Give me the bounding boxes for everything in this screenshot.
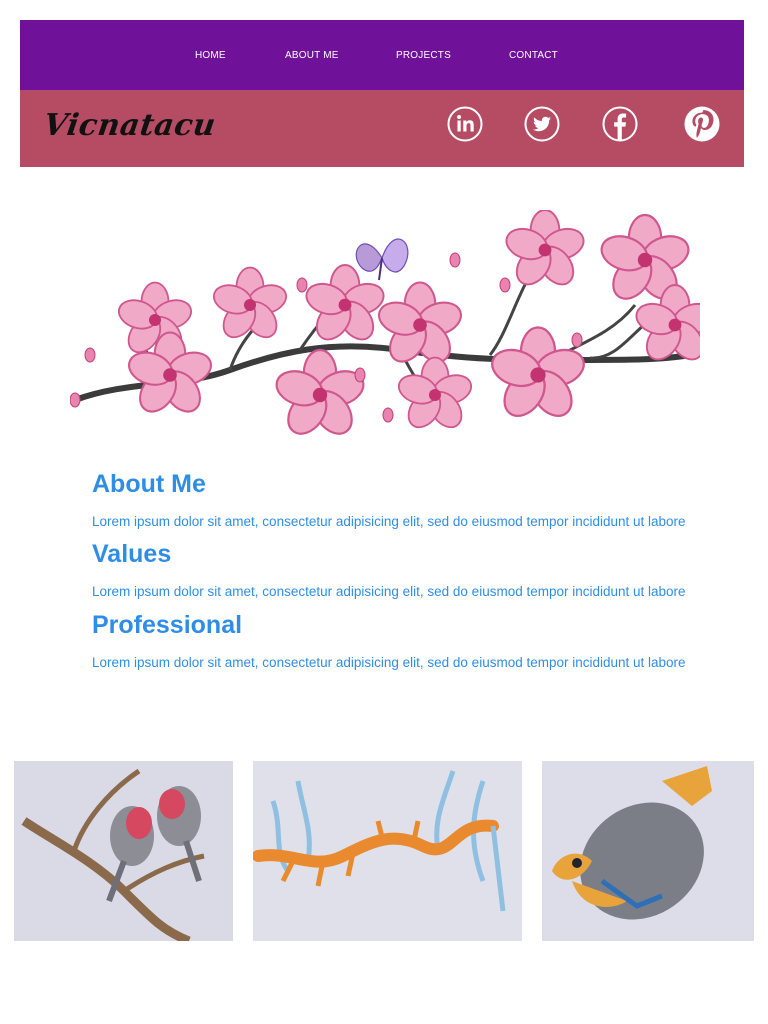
about-me-heading: About Me — [92, 470, 206, 498]
gallery-image-fish[interactable] — [542, 761, 754, 941]
brand-bar: Vicnatacu — [20, 90, 744, 167]
top-nav-bar: HOME ABOUT ME PROJECTS CONTACT — [20, 20, 744, 90]
nav-link-home[interactable]: HOME — [195, 50, 226, 61]
gallery-image-birds[interactable] — [14, 761, 233, 941]
facebook-icon[interactable] — [602, 106, 638, 142]
about-me-text: Lorem ipsum dolor sit amet, consectetur … — [92, 514, 686, 529]
hero-cherry-blossom-image — [69, 209, 719, 450]
professional-heading: Professional — [92, 611, 243, 639]
nav-link-projects[interactable]: PROJECTS — [396, 50, 451, 61]
site-logo[interactable]: Vicnatacu — [42, 108, 218, 143]
nav-link-contact[interactable]: CONTACT — [509, 50, 558, 61]
values-heading: Values — [92, 540, 172, 568]
linkedin-icon[interactable] — [447, 106, 483, 142]
gallery-image-sea-dragon[interactable] — [253, 761, 522, 941]
pinterest-icon[interactable] — [684, 106, 720, 142]
professional-text: Lorem ipsum dolor sit amet, consectetur … — [92, 655, 686, 670]
values-text: Lorem ipsum dolor sit amet, consectetur … — [92, 584, 686, 599]
nav-link-about-me[interactable]: ABOUT ME — [285, 50, 339, 61]
twitter-icon[interactable] — [524, 106, 560, 142]
